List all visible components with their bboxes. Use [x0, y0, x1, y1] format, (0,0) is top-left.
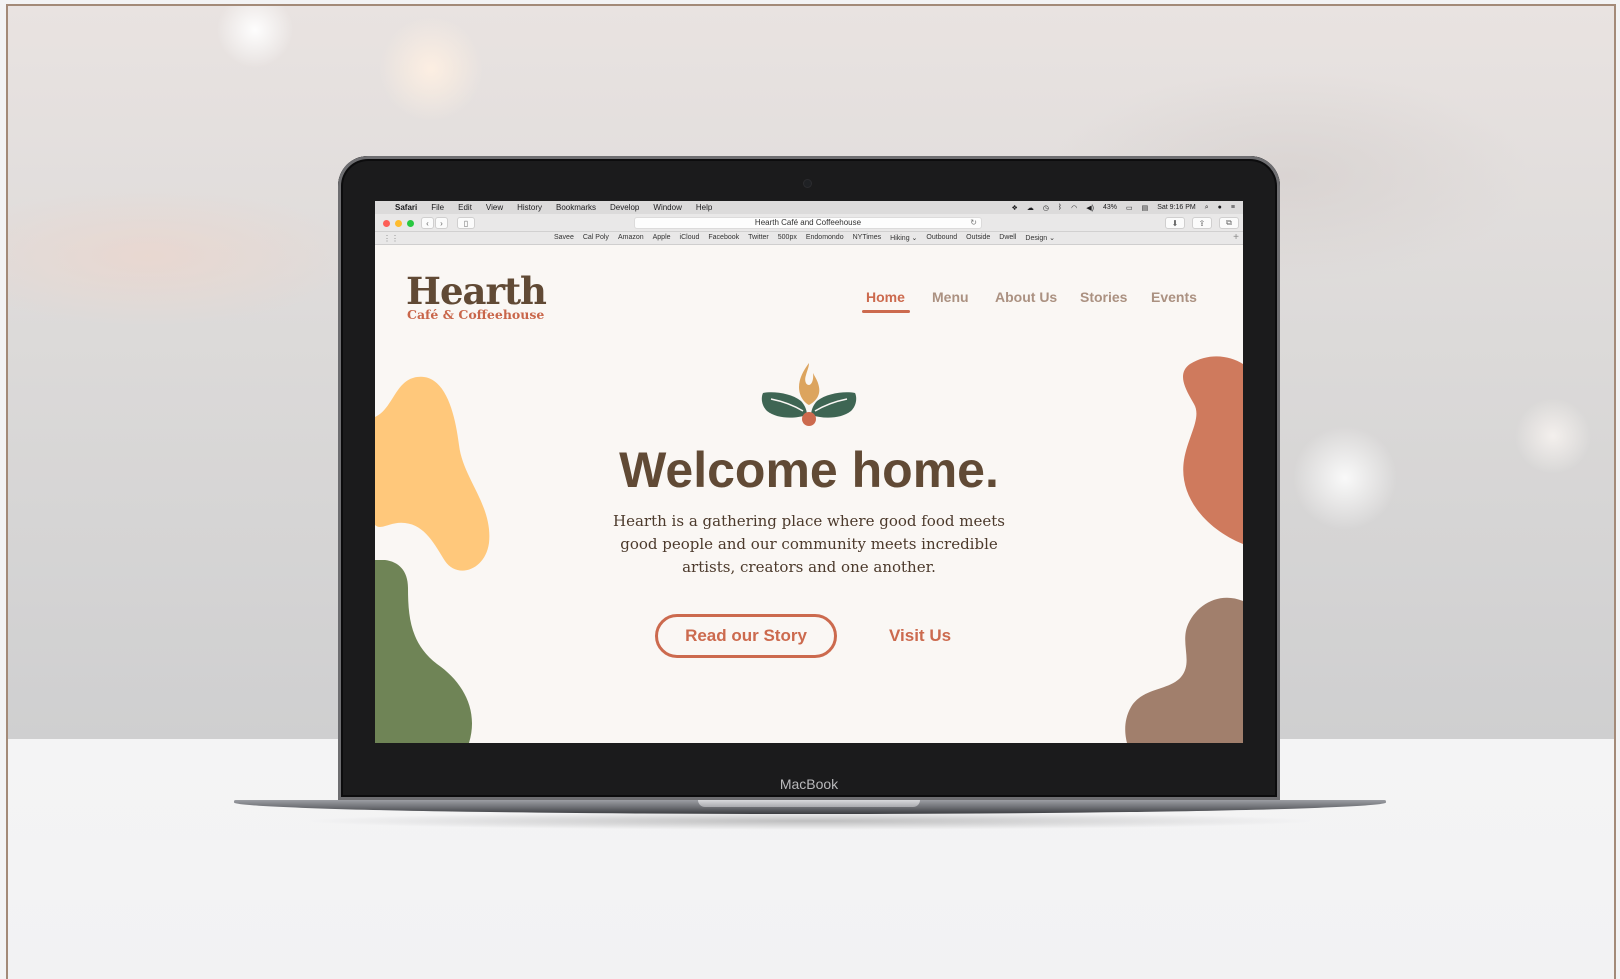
forward-icon[interactable]: › — [435, 217, 448, 229]
menubar-item-history[interactable]: History — [517, 203, 542, 212]
close-window-icon[interactable] — [383, 220, 390, 227]
battery-percent[interactable]: 43% — [1103, 204, 1117, 211]
minimize-window-icon[interactable] — [395, 220, 402, 227]
read-our-story-label: Read our Story — [685, 626, 807, 645]
website: Hearth Café & Coffeehouse Home Menu Abou… — [375, 245, 1243, 743]
visit-us-label: Visit Us — [889, 626, 952, 645]
favorite-apple[interactable]: Apple — [653, 234, 671, 242]
volume-icon[interactable]: ◀) — [1086, 204, 1094, 212]
nav-events[interactable]: Events — [1151, 289, 1197, 305]
favorite-endomondo[interactable]: Endomondo — [806, 234, 844, 242]
back-icon[interactable]: ‹ — [421, 217, 434, 229]
menubar-item-develop[interactable]: Develop — [610, 203, 639, 212]
notification-center-icon[interactable]: ≡ — [1231, 204, 1235, 211]
hero-title: Welcome home. — [619, 442, 999, 498]
dropbox-icon[interactable]: ❖ — [1012, 204, 1018, 212]
sidebar-toggle-icon[interactable]: ▯ — [457, 217, 475, 229]
device-label: MacBook — [779, 776, 839, 792]
macos-menubar: Safari File Edit View History Bookmarks … — [375, 201, 1243, 214]
safari-toolbar: ‹ › ▯ Hearth Café and Coffeehouse ↻ ⬇ ⇪ … — [375, 214, 1243, 232]
top-sites-grid-icon[interactable]: ⋮⋮ — [383, 234, 399, 243]
address-bar-text: Hearth Café and Coffeehouse — [754, 218, 862, 227]
main-nav: Home Menu About Us Stories Events — [375, 289, 1243, 313]
new-tab-icon[interactable]: + — [1233, 232, 1239, 243]
share-icon[interactable]: ⇪ — [1192, 217, 1212, 229]
favorites-bar: ⋮⋮ Savee Cal Poly Amazon Apple iCloud Fa… — [375, 232, 1243, 245]
menubar-item-bookmarks[interactable]: Bookmarks — [556, 203, 596, 212]
favorite-twitter[interactable]: Twitter — [748, 234, 769, 242]
downloads-icon[interactable]: ⬇ — [1165, 217, 1185, 229]
read-our-story-button[interactable]: Read our Story — [655, 614, 837, 658]
siri-icon[interactable]: ● — [1218, 204, 1222, 211]
address-bar[interactable]: Hearth Café and Coffeehouse ↻ — [634, 217, 982, 229]
favorite-dwell[interactable]: Dwell — [999, 234, 1016, 242]
wifi-icon[interactable]: ◠ — [1071, 204, 1077, 212]
nav-menu[interactable]: Menu — [932, 289, 969, 305]
menubar-item-help[interactable]: Help — [696, 203, 712, 212]
nav-stories[interactable]: Stories — [1080, 289, 1127, 305]
laptop-notch — [698, 800, 920, 807]
favorite-icloud[interactable]: iCloud — [680, 234, 700, 242]
favorite-facebook[interactable]: Facebook — [708, 234, 739, 242]
favorite-cal-poly[interactable]: Cal Poly — [583, 234, 609, 242]
favorite-savee[interactable]: Savee — [554, 234, 574, 242]
bluetooth-icon[interactable]: ᛒ — [1058, 204, 1062, 211]
taupe-blob — [1125, 597, 1243, 743]
favorite-design-folder[interactable]: Design ⌄ — [1025, 234, 1055, 242]
laptop-screen: Safari File Edit View History Bookmarks … — [375, 201, 1243, 743]
cloud-icon[interactable]: ☁ — [1027, 204, 1034, 212]
zoom-window-icon[interactable] — [407, 220, 414, 227]
hero-description: Hearth is a gathering place where good f… — [613, 512, 1005, 576]
battery-icon[interactable]: ▭ — [1126, 204, 1133, 212]
favorite-500px[interactable]: 500px — [778, 234, 797, 242]
spotlight-icon[interactable]: ⌕ — [1205, 204, 1209, 212]
flag-icon[interactable]: ▤ — [1142, 204, 1149, 212]
laptop-shadow — [300, 812, 1320, 830]
nav-home[interactable]: Home — [866, 289, 905, 305]
tabs-overview-icon[interactable]: ⧉ — [1219, 217, 1239, 229]
favorite-outbound[interactable]: Outbound — [926, 234, 957, 242]
menubar-app-name[interactable]: Safari — [395, 203, 417, 212]
green-blob — [375, 560, 473, 743]
favorite-hiking-folder[interactable]: Hiking ⌄ — [890, 234, 917, 242]
visit-us-link[interactable]: Visit Us — [889, 614, 951, 658]
menubar-clock[interactable]: Sat 9:16 PM — [1157, 204, 1196, 211]
menubar-item-file[interactable]: File — [431, 203, 444, 212]
menubar-item-edit[interactable]: Edit — [458, 203, 472, 212]
time-machine-icon[interactable]: ◷ — [1043, 204, 1049, 212]
menubar-item-view[interactable]: View — [486, 203, 503, 212]
reload-icon[interactable]: ↻ — [970, 218, 977, 228]
favorite-amazon[interactable]: Amazon — [618, 234, 644, 242]
hearth-leaf-flame-icon — [761, 363, 857, 426]
favorite-nytimes[interactable]: NYTimes — [853, 234, 882, 242]
camera-dot — [804, 180, 811, 187]
favorite-outside[interactable]: Outside — [966, 234, 990, 242]
nav-about-us[interactable]: About Us — [995, 289, 1057, 305]
nav-active-underline — [862, 310, 910, 313]
menubar-status: ❖ ☁ ◷ ᛒ ◠ ◀) 43% ▭ ▤ Sat 9:16 PM ⌕ ● ≡ — [1012, 204, 1235, 212]
menubar-item-window[interactable]: Window — [653, 203, 681, 212]
